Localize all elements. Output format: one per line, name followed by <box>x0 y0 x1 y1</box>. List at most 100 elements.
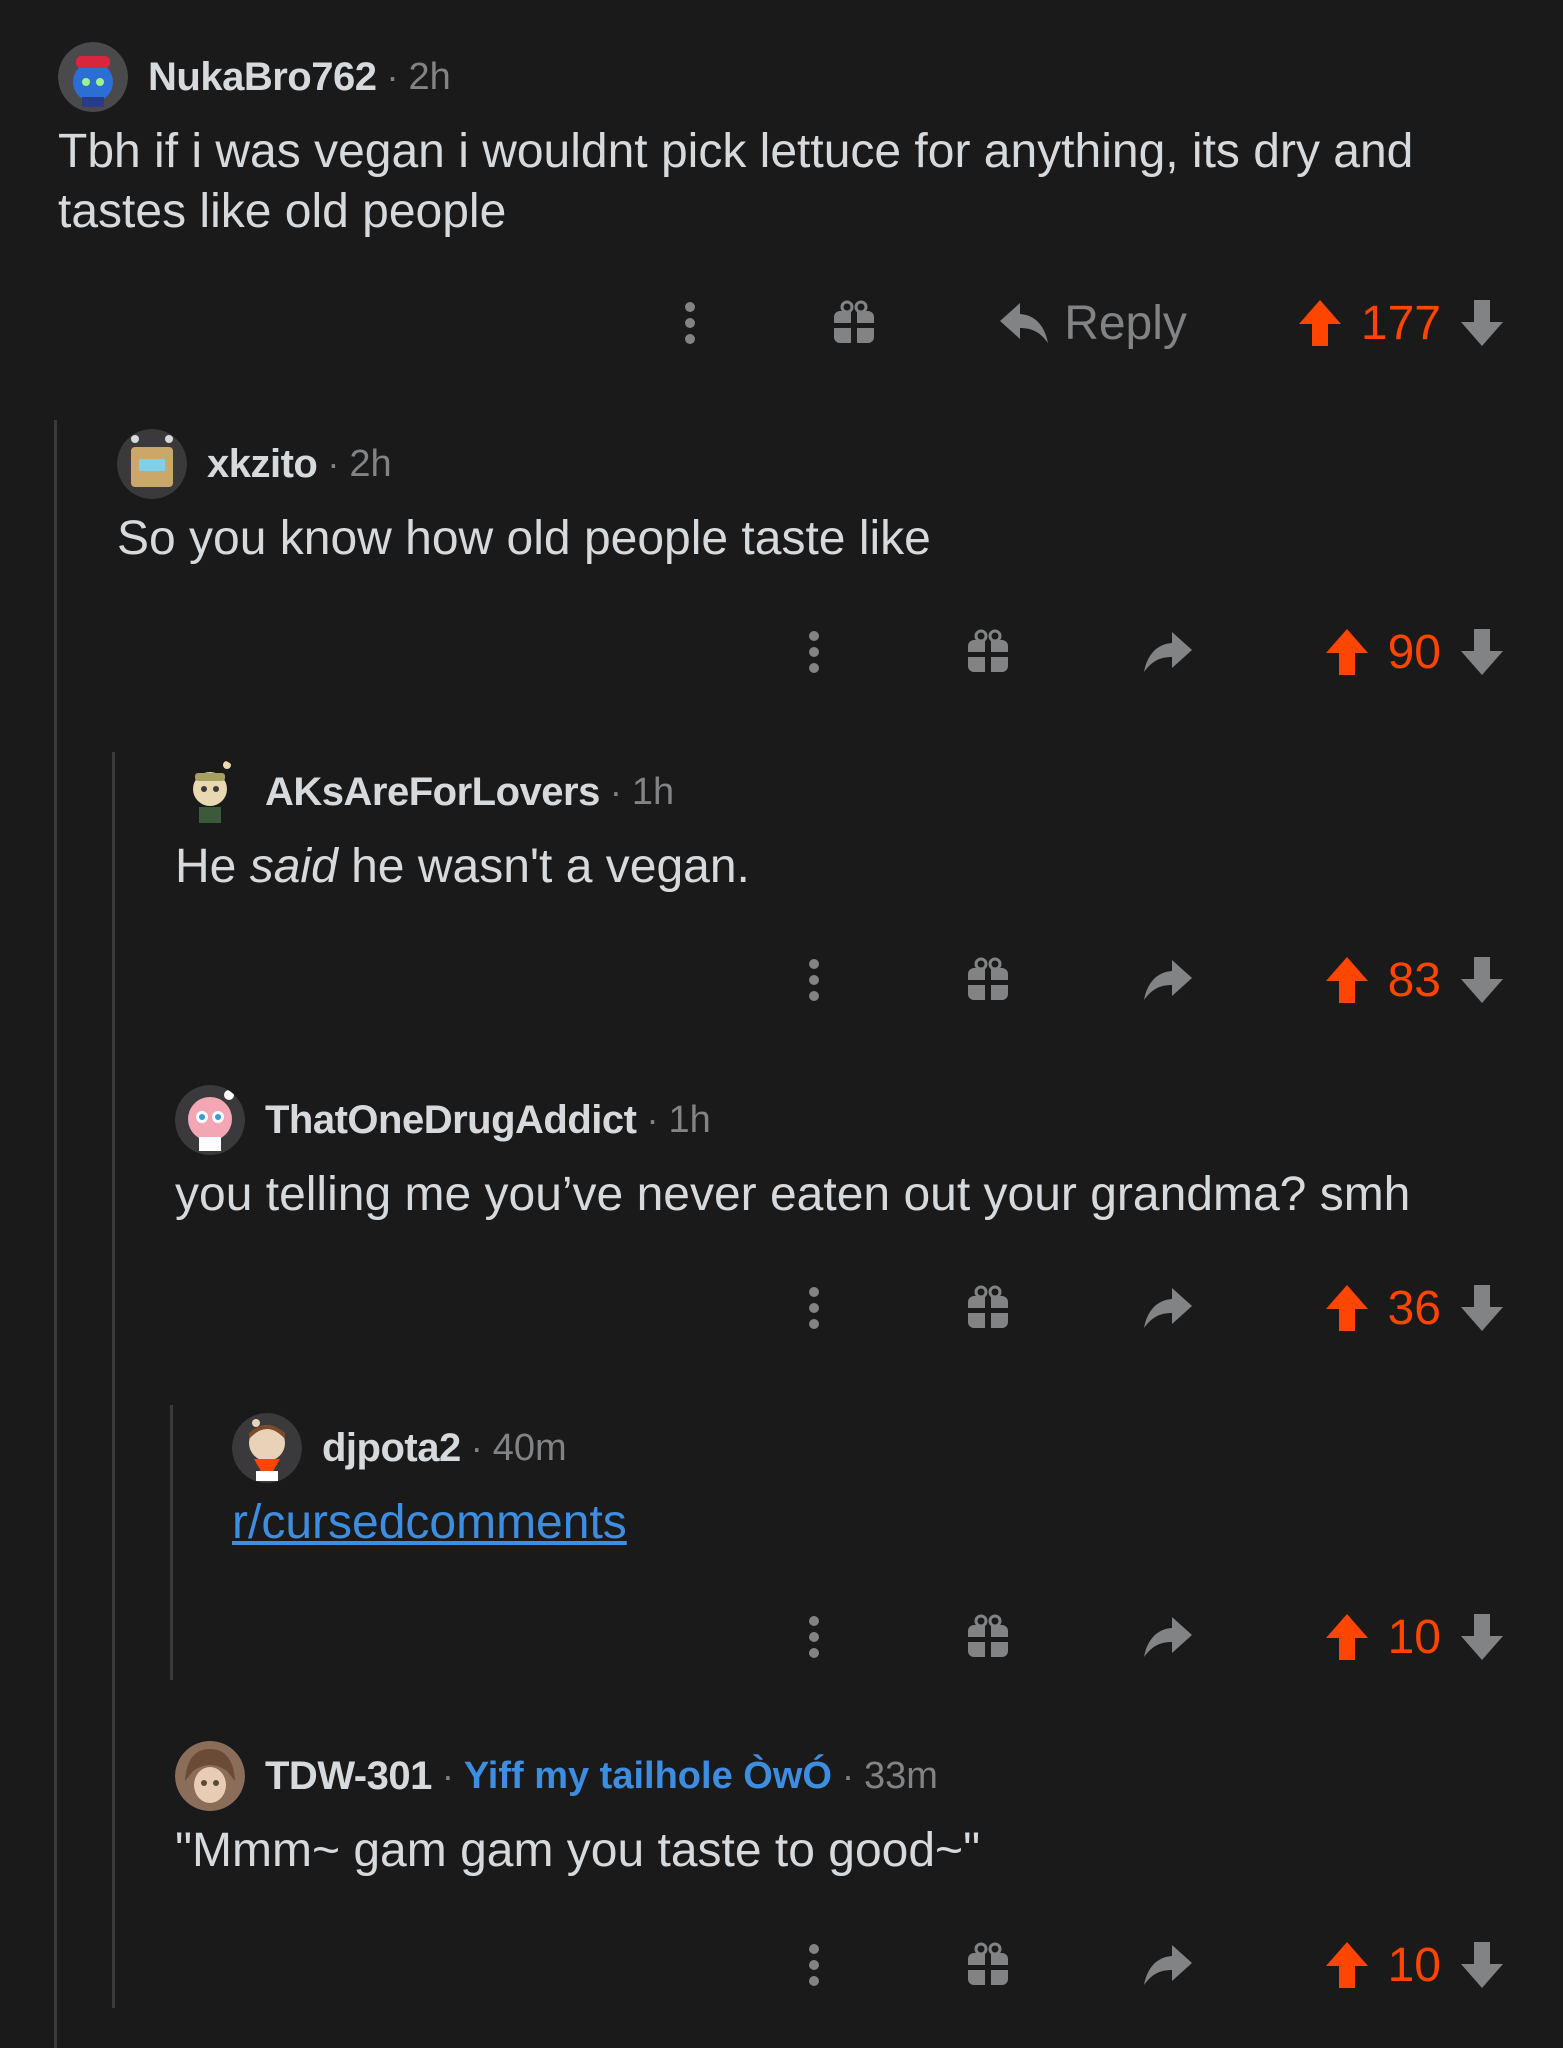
thread-line-level-2[interactable] <box>112 752 115 2008</box>
downvote-arrow-icon <box>1461 1285 1503 1331</box>
downvote-button[interactable] <box>1459 627 1505 677</box>
comment-body: you telling me you’ve never eaten out yo… <box>175 1168 1411 1221</box>
separator-dot: · <box>441 1755 454 1796</box>
more-options-icon[interactable] <box>794 630 834 674</box>
comment-actions: 90 <box>117 612 1505 692</box>
vote-score: 10 <box>1387 1610 1441 1664</box>
upvote-button[interactable] <box>1324 1940 1370 1990</box>
comment-aksareforlovers: AKsAreForLovers · 1h He said he wasn't a… <box>175 755 1563 897</box>
timestamp: 2h <box>408 55 451 98</box>
comment-tdw-301: TDW-301 · Yiff my tailhole ÒwÓ · 33m "Mm… <box>175 1739 1563 1881</box>
avatar-snoo-pink <box>175 1085 245 1155</box>
username[interactable]: ThatOneDrugAddict <box>265 1098 637 1143</box>
upvote-arrow-icon <box>1325 1614 1368 1660</box>
username[interactable]: AKsAreForLovers <box>265 770 600 815</box>
reply-arrow-icon[interactable] <box>1142 1286 1194 1330</box>
avatar[interactable] <box>58 42 128 112</box>
avatar[interactable] <box>117 429 187 499</box>
gift-award-icon[interactable] <box>964 1613 1012 1661</box>
downvote-button[interactable] <box>1459 1283 1505 1333</box>
separator-dot: · <box>646 1099 659 1140</box>
reply-button[interactable]: Reply <box>998 296 1187 351</box>
reply-arrow-icon[interactable] <box>1142 958 1194 1002</box>
comment-body: So you know how old people taste like <box>117 512 931 565</box>
avatar[interactable] <box>175 757 245 827</box>
gift-award-icon[interactable] <box>964 628 1012 676</box>
upvote-button[interactable] <box>1324 1283 1370 1333</box>
comment-actions: Reply 177 <box>58 283 1505 363</box>
comment-djpota2: djpota2 · 40m r/cursedcomments <box>232 1411 1563 1553</box>
separator-dot: · <box>386 56 399 97</box>
downvote-arrow-icon <box>1461 1614 1503 1660</box>
vote-score: 83 <box>1387 953 1441 1007</box>
user-flair: Yiff my tailhole ÒwÓ <box>463 1754 832 1797</box>
downvote-arrow-icon <box>1461 957 1503 1003</box>
more-options-icon[interactable] <box>794 1286 834 1330</box>
avatar[interactable] <box>232 1413 302 1483</box>
avatar-snoo-cap <box>175 757 245 827</box>
reply-arrow-icon[interactable] <box>1142 1943 1194 1987</box>
more-options-icon[interactable] <box>670 301 710 345</box>
gift-award-icon[interactable] <box>830 299 878 347</box>
username[interactable]: TDW-301 <box>265 1754 432 1799</box>
avatar-photo <box>175 1741 245 1811</box>
upvote-arrow-icon <box>1325 1942 1368 1988</box>
vote-score: 90 <box>1387 625 1441 679</box>
comment-body: r/cursedcomments <box>232 1493 1563 1553</box>
downvote-button[interactable] <box>1459 1940 1505 1990</box>
username[interactable]: xkzito <box>207 442 318 487</box>
reply-arrow-icon[interactable] <box>1142 630 1194 674</box>
gift-award-icon[interactable] <box>964 1941 1012 1989</box>
downvote-button[interactable] <box>1459 298 1505 348</box>
body-text-post: he wasn't a vegan. <box>337 840 750 893</box>
comment-body: Tbh if i was vegan i wouldnt pick lettuc… <box>58 125 1414 238</box>
body-text-pre: He <box>175 840 250 893</box>
upvote-button[interactable] <box>1297 298 1343 348</box>
comment-actions: 36 <box>175 1268 1505 1348</box>
downvote-arrow-icon <box>1461 1942 1503 1988</box>
separator-dot: · <box>470 1427 483 1468</box>
body-text-emphasis: said <box>249 840 338 893</box>
gift-award-icon[interactable] <box>964 956 1012 1004</box>
comment-actions: 83 <box>175 940 1505 1020</box>
avatar[interactable] <box>175 1741 245 1811</box>
comment-xkzito: xkzito · 2h So you know how old people t… <box>117 427 1563 569</box>
separator-dot: · <box>841 1755 854 1796</box>
avatar-snoo-brown <box>232 1413 302 1483</box>
upvote-button[interactable] <box>1324 627 1370 677</box>
upvote-arrow-icon <box>1325 957 1368 1003</box>
avatar[interactable] <box>175 1085 245 1155</box>
username[interactable]: djpota2 <box>322 1426 461 1471</box>
downvote-button[interactable] <box>1459 1612 1505 1662</box>
upvote-arrow-icon <box>1325 629 1368 675</box>
upvote-button[interactable] <box>1324 1612 1370 1662</box>
timestamp: 40m <box>492 1426 567 1469</box>
vote-score: 177 <box>1360 296 1441 350</box>
upvote-arrow-icon <box>1325 1285 1368 1331</box>
more-options-icon[interactable] <box>794 1943 834 1987</box>
more-options-icon[interactable] <box>794 1615 834 1659</box>
comment-nukabro762: NukaBro762 · 2h Tbh if i was vegan i wou… <box>58 40 1563 242</box>
avatar-snoo-box <box>117 429 187 499</box>
timestamp: 2h <box>349 442 392 485</box>
thread-line-level-1[interactable] <box>54 420 57 2048</box>
gift-award-icon[interactable] <box>964 1284 1012 1332</box>
comment-body: "Mmm~ gam gam you taste to good~" <box>175 1824 981 1877</box>
comment-body: He said he wasn't a vegan. <box>175 837 1563 897</box>
timestamp: 33m <box>863 1754 938 1797</box>
more-options-icon[interactable] <box>794 958 834 1002</box>
downvote-button[interactable] <box>1459 955 1505 1005</box>
upvote-arrow-icon <box>1298 300 1341 346</box>
thread-line-level-3[interactable] <box>170 1405 173 1680</box>
subreddit-link[interactable]: r/cursedcomments <box>232 1496 627 1549</box>
separator-dot: · <box>327 443 340 484</box>
upvote-button[interactable] <box>1324 955 1370 1005</box>
comment-thatonedrugaddict: ThatOneDrugAddict · 1h you telling me yo… <box>175 1083 1563 1225</box>
timestamp: 1h <box>631 770 675 813</box>
vote-score: 10 <box>1387 1938 1441 1992</box>
comment-actions: 10 <box>175 1925 1505 2005</box>
username[interactable]: NukaBro762 <box>148 55 377 100</box>
reply-arrow-icon[interactable] <box>1142 1615 1194 1659</box>
timestamp: 1h <box>668 1098 711 1141</box>
comment-actions: 10 <box>232 1597 1505 1677</box>
